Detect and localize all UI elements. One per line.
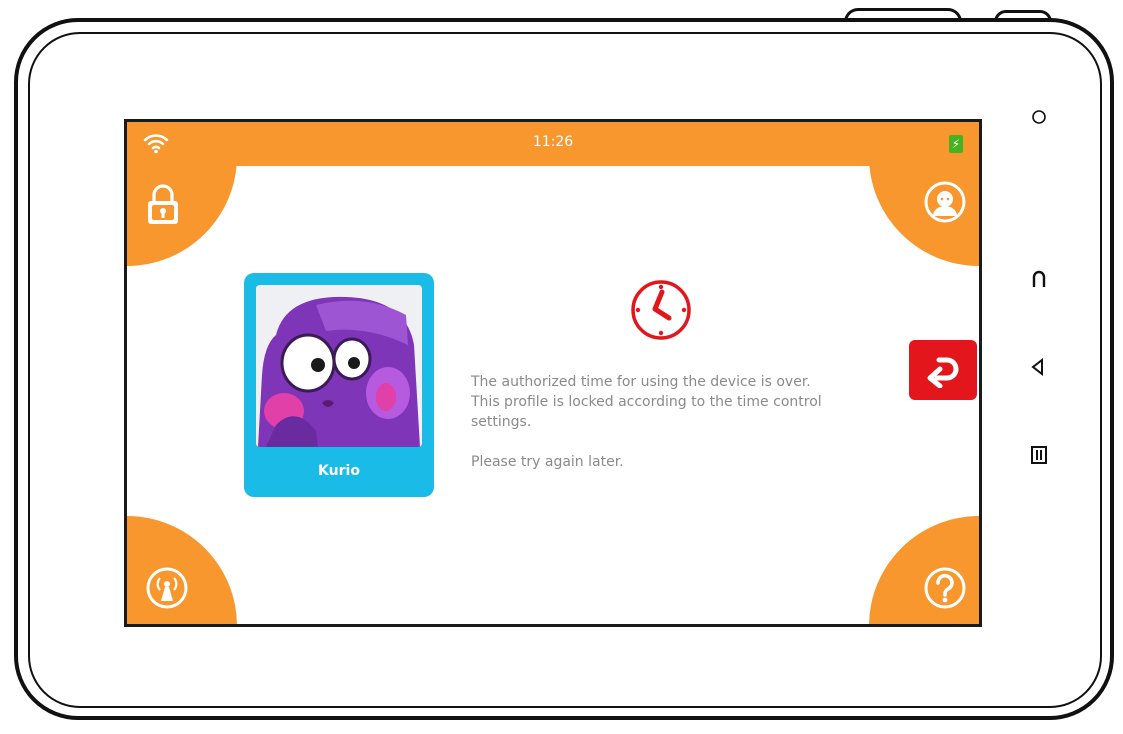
battery-charging-icon: ⚡ [949, 135, 963, 153]
status-time: 11:26 [532, 134, 574, 150]
back-button[interactable] [909, 340, 977, 400]
lock-icon[interactable] [141, 182, 185, 226]
clock-icon [631, 280, 691, 340]
profile-icon[interactable] [923, 180, 967, 224]
back-arrow-icon [927, 357, 959, 388]
status-bar: 11:26 ⚡ [127, 122, 979, 166]
wireless-icon[interactable] [145, 566, 189, 610]
back-icon[interactable] [1026, 354, 1052, 380]
message-line-4: Please try again later. [471, 454, 624, 470]
purple-monster-avatar [256, 285, 422, 447]
power-icon[interactable] [1026, 104, 1052, 130]
lock-message: The authorized time for using the device… [471, 372, 901, 472]
home-icon[interactable] [1026, 266, 1052, 292]
message-line-2: This profile is locked according to the … [471, 394, 822, 410]
profile-card[interactable]: Kurio [244, 273, 434, 497]
message-line-3: settings. [471, 414, 532, 430]
menu-icon[interactable] [1026, 442, 1052, 468]
profile-name: Kurio [318, 463, 360, 479]
message-line-1: The authorized time for using the device… [471, 374, 811, 390]
help-icon[interactable] [923, 566, 967, 610]
tablet-screen: 11:26 ⚡ Kurio The authorized time for us… [124, 119, 982, 627]
